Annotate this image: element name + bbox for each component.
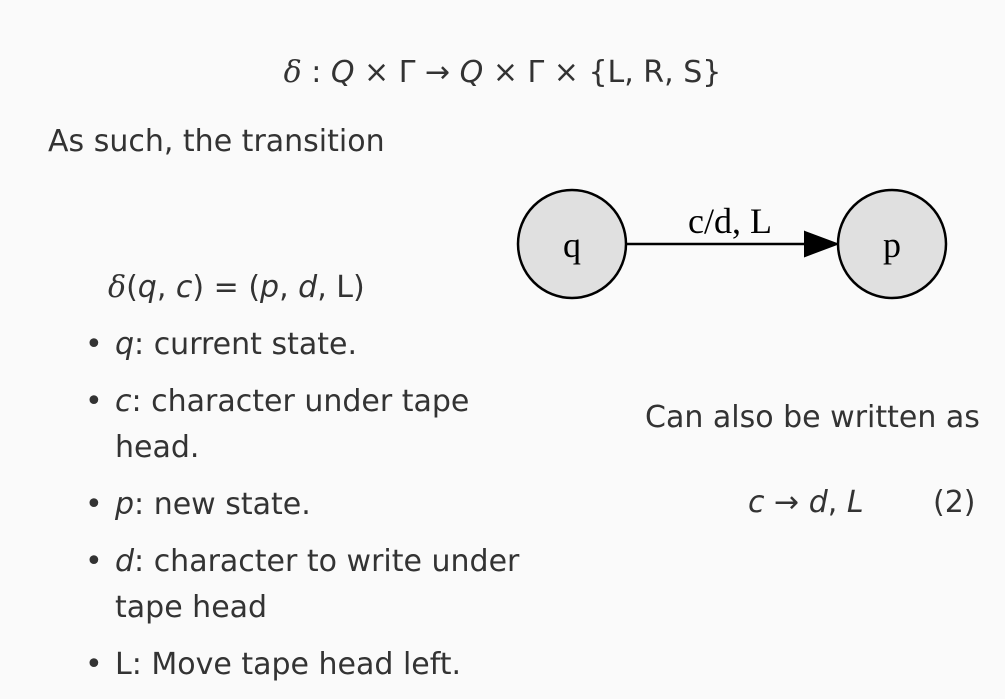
equals: ) = ( xyxy=(192,270,261,305)
list-item-q: • q: current state. xyxy=(85,322,555,368)
var-d: d xyxy=(298,270,318,305)
comma: , xyxy=(827,485,847,520)
transition-function-signature: δ : Q × Γ → Q × Γ × {L, R, S} xyxy=(0,55,1005,90)
bullet-text: : new state. xyxy=(134,487,311,522)
bullet-icon: • xyxy=(85,384,103,419)
arrow-symbol: → xyxy=(415,55,460,90)
paren: ( xyxy=(126,270,138,305)
paren: ) xyxy=(353,270,365,305)
set-q-result: Q xyxy=(459,55,484,90)
bullet-text: : Move tape head left. xyxy=(131,647,462,682)
state-p-label: p xyxy=(883,225,901,265)
set-gamma-result: Γ xyxy=(527,55,545,90)
bullet-symbol: q xyxy=(115,327,135,362)
intro-text: As such, the transition xyxy=(48,124,385,159)
delta-symbol: δ xyxy=(108,270,127,305)
colon: : xyxy=(301,55,331,90)
var-d: d xyxy=(808,485,828,520)
times-symbol: × xyxy=(483,55,528,90)
edge-label: c/d, L xyxy=(688,201,772,241)
var-c: c xyxy=(748,485,765,520)
times-symbol: × xyxy=(544,55,589,90)
bullet-symbol: L xyxy=(115,647,132,682)
bullet-icon: • xyxy=(85,647,103,682)
var-q: q xyxy=(137,270,157,305)
comma: , xyxy=(156,270,176,305)
bullet-symbol: c xyxy=(115,384,132,419)
direction-set: {L, R, S} xyxy=(588,55,722,90)
bullet-text: : current state. xyxy=(134,327,357,362)
comma: , xyxy=(317,270,337,305)
var-p: p xyxy=(260,270,280,305)
set-gamma: Γ xyxy=(398,55,416,90)
bullet-icon: • xyxy=(85,327,103,362)
bullet-text: : character to write under tape head xyxy=(115,544,520,625)
comma: , xyxy=(279,270,299,305)
list-item-c: • c: character under tape head. xyxy=(85,379,555,471)
transition-equation: δ(q, c) = (p, d, L) xyxy=(108,270,365,305)
bullet-icon: • xyxy=(85,487,103,522)
times-symbol: × xyxy=(354,55,399,90)
list-item-d: • d: character to write under tape head xyxy=(85,539,555,631)
list-item-L: • L: Move tape head left. xyxy=(85,642,555,688)
definition-list: • q: current state. • c: character under… xyxy=(85,322,555,699)
bullet-icon: • xyxy=(85,544,103,579)
var-L: L xyxy=(336,270,353,305)
equation-number: (2) xyxy=(933,485,976,520)
equation-2: c → d, L (2) xyxy=(748,485,976,520)
set-q: Q xyxy=(330,55,355,90)
var-c: c xyxy=(175,270,193,305)
state-q-label: q xyxy=(563,225,581,265)
bullet-text: : character under tape head. xyxy=(115,384,470,465)
list-item-p: • p: new state. xyxy=(85,482,555,528)
state-diagram: q c/d, L p xyxy=(516,188,948,300)
bullet-symbol: p xyxy=(115,487,135,522)
arrow-symbol: → xyxy=(764,485,809,520)
alternate-notation-text: Can also be written as xyxy=(645,400,980,435)
edge-arrowhead-icon xyxy=(804,230,840,258)
delta-symbol: δ xyxy=(283,55,302,90)
bullet-symbol: d xyxy=(115,544,135,579)
var-L: L xyxy=(846,485,864,520)
